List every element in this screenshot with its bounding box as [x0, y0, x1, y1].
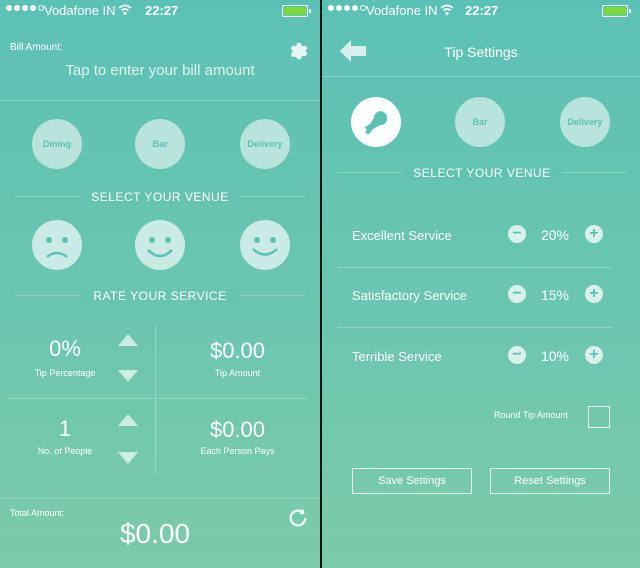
divider: [337, 267, 612, 268]
venue-delivery-button[interactable]: Delivery: [560, 97, 610, 147]
status-bar: Vodafone IN 22:27: [0, 0, 320, 22]
venue-bar-button[interactable]: Bar: [455, 97, 505, 147]
plus-icon[interactable]: +: [585, 225, 603, 243]
people-decrease-arrow[interactable]: [118, 452, 138, 464]
save-settings-button[interactable]: Save Settings: [352, 468, 472, 494]
tip-amount-value: $0.00: [209, 338, 266, 363]
each-person-pays-value: $0.00: [209, 417, 266, 442]
plus-icon[interactable]: +: [585, 346, 603, 364]
battery-icon: [602, 5, 631, 17]
signal-icon: [328, 5, 366, 11]
tip-amount-label: Tip Amount: [214, 368, 261, 378]
tip-settings-screen: Vodafone IN 22:27 Tip Settings Bar Deliv…: [322, 0, 640, 568]
divider: [322, 76, 640, 77]
divider: [0, 498, 320, 499]
tip-decrease-arrow[interactable]: [118, 370, 138, 382]
venue-dining-button[interactable]: [351, 97, 401, 147]
satisfactory-service-label: Satisfactory Service: [352, 288, 467, 303]
excellent-service-value: 20%: [540, 227, 570, 243]
refresh-icon[interactable]: [287, 507, 309, 529]
wifi-icon: [118, 4, 132, 16]
clock: 22:27: [145, 3, 179, 18]
bill-amount-input[interactable]: Tap to enter your bill amount: [0, 62, 320, 79]
carrier-name: Vodafone IN: [366, 3, 438, 18]
divider: [337, 327, 612, 328]
excellent-service-label: Excellent Service: [352, 228, 452, 243]
tip-increase-arrow[interactable]: [118, 334, 138, 346]
page-title: Tip Settings: [444, 44, 518, 60]
satisfactory-service-value: 15%: [540, 287, 570, 303]
tip-percentage-value: 0%: [49, 336, 81, 361]
sad-face-icon[interactable]: [32, 220, 82, 270]
vertical-divider: [155, 325, 156, 473]
chicken-leg-icon: [365, 111, 388, 134]
minus-icon[interactable]: −: [508, 225, 526, 243]
tip-calculator-screen: Vodafone IN 22:27 Bill Amount: Tap to en…: [0, 0, 320, 568]
happy-face-icon[interactable]: [240, 220, 290, 270]
select-venue-heading: SELECT YOUR VENUE: [80, 190, 240, 204]
terrible-service-label: Terrible Service: [352, 349, 442, 364]
clock: 22:27: [465, 3, 499, 18]
people-count-value: 1: [58, 416, 72, 441]
total-amount-value: $0.00: [119, 518, 191, 549]
reset-settings-button[interactable]: Reset Settings: [490, 468, 610, 494]
venue-delivery-button[interactable]: Delivery: [240, 119, 290, 169]
signal-icon: [6, 5, 44, 11]
select-venue-heading: SELECT YOUR VENUE: [402, 166, 562, 180]
divider: [8, 398, 308, 399]
carrier-name: Vodafone IN: [44, 3, 116, 18]
minus-icon[interactable]: −: [508, 285, 526, 303]
tip-percentage-label: Tip Percentage: [34, 368, 96, 378]
minus-icon[interactable]: −: [508, 346, 526, 364]
each-person-pays-label: Each Person Pays: [200, 446, 275, 456]
gear-icon[interactable]: [288, 40, 310, 62]
bill-amount-label: Bill Amount:: [10, 42, 63, 53]
round-tip-checkbox[interactable]: [588, 406, 610, 428]
terrible-service-value: 10%: [540, 348, 570, 364]
battery-icon: [282, 5, 311, 17]
smile-face-icon[interactable]: [135, 220, 185, 270]
status-bar: Vodafone IN 22:27: [322, 0, 640, 22]
rate-service-heading: RATE YOUR SERVICE: [80, 289, 240, 303]
people-count-label: No. of People: [37, 446, 93, 456]
people-increase-arrow[interactable]: [118, 414, 138, 426]
round-tip-label: Round Tip Amount: [494, 410, 569, 420]
venue-dining-button[interactable]: Dining: [32, 119, 82, 169]
venue-bar-button[interactable]: Bar: [135, 119, 185, 169]
plus-icon[interactable]: +: [585, 285, 603, 303]
total-amount-label: Total Amount:: [10, 508, 65, 518]
divider: [0, 100, 320, 101]
wifi-icon: [440, 4, 454, 16]
